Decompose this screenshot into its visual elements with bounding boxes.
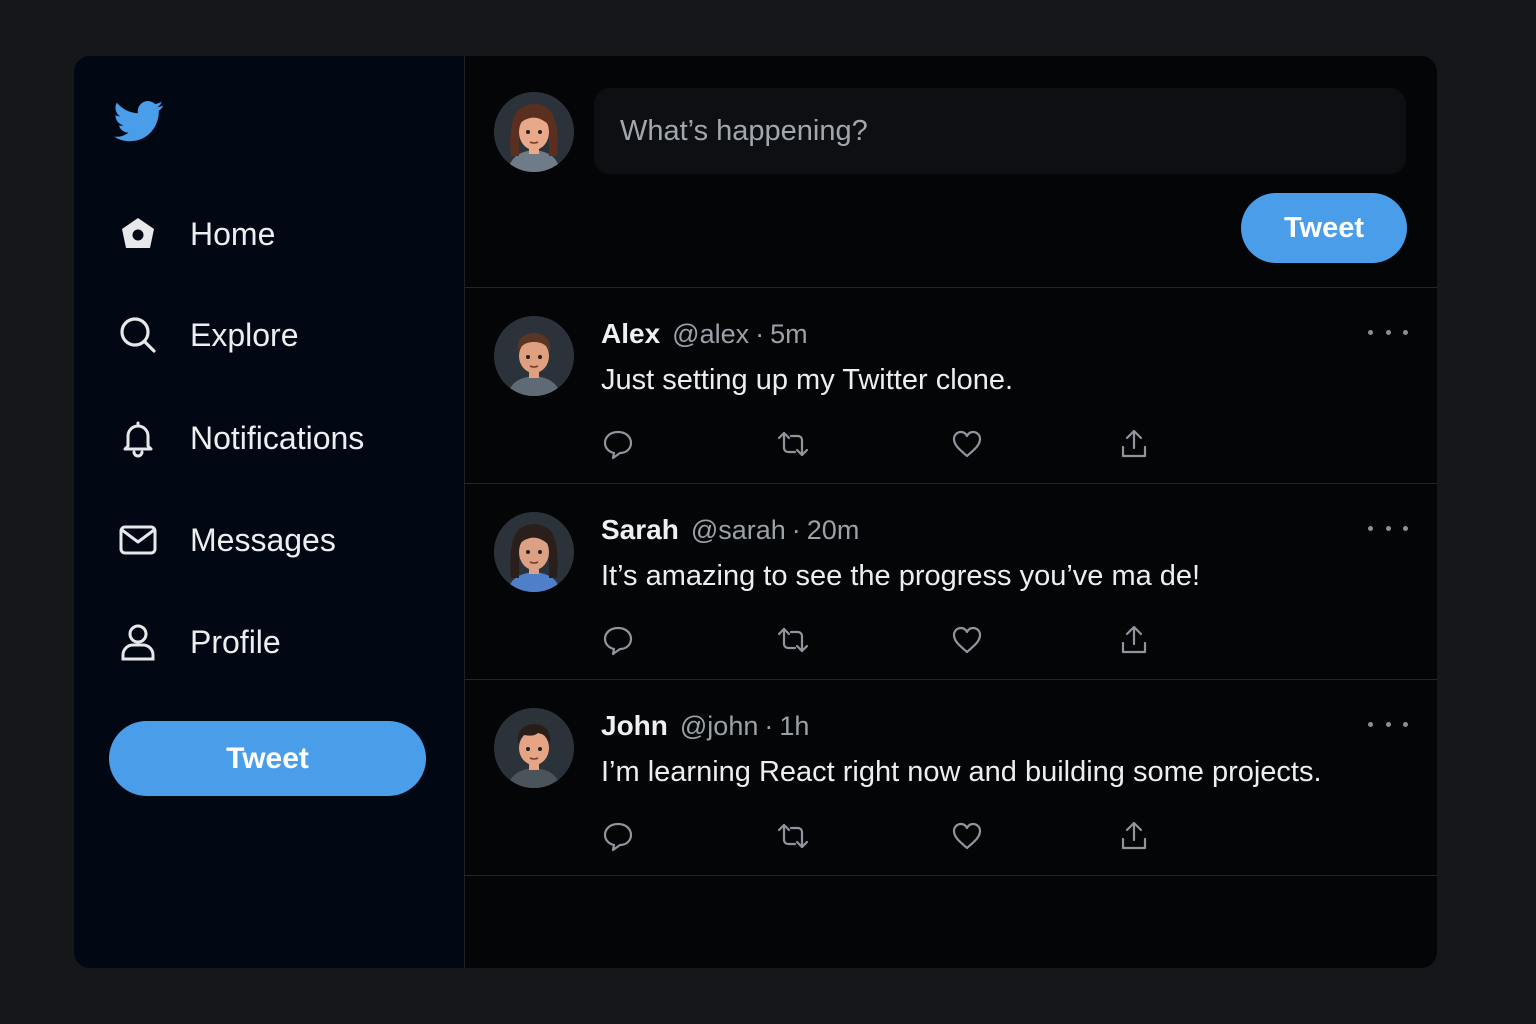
- tweet-timestamp[interactable]: 5m: [770, 319, 808, 350]
- sidebar-item-label: Explore: [190, 316, 299, 353]
- sidebar-item-label: Notifications: [190, 419, 365, 456]
- tweet-timestamp[interactable]: 1h: [779, 711, 809, 742]
- tweet-timestamp[interactable]: 20m: [807, 515, 860, 546]
- tweet-text: I’m learning React right now and buildin…: [601, 756, 1322, 788]
- tweet-header: Sarah @sarah · 20m: [601, 514, 859, 546]
- tweet-header: Alex @alex · 5m: [601, 318, 808, 350]
- share-icon[interactable]: [1116, 818, 1152, 854]
- tweet-author-name[interactable]: Alex: [601, 318, 660, 350]
- sidebar-item-label: Messages: [190, 521, 336, 558]
- avatar[interactable]: [494, 512, 574, 592]
- sidebar-item-explore[interactable]: Explore: [116, 305, 299, 365]
- sidebar: Home Explore Notifications Messages Prof…: [74, 56, 465, 968]
- retweet-icon[interactable]: [775, 426, 811, 462]
- heart-icon[interactable]: [949, 426, 985, 462]
- sidebar-item-notifications[interactable]: Notifications: [116, 408, 364, 468]
- mail-icon: [116, 518, 160, 562]
- tweet-separator: ·: [791, 515, 801, 545]
- avatar[interactable]: [494, 316, 574, 396]
- heart-icon[interactable]: [949, 622, 985, 658]
- tweet-item[interactable]: Sarah @sarah · 20m It’s amazing to see t…: [465, 484, 1437, 680]
- retweet-icon[interactable]: [775, 818, 811, 854]
- tweet-author-name[interactable]: John: [601, 710, 668, 742]
- tweet-author-handle[interactable]: @sarah: [691, 515, 786, 546]
- heart-icon[interactable]: [949, 818, 985, 854]
- tweet-header: John @john · 1h: [601, 710, 809, 742]
- retweet-icon[interactable]: [775, 622, 811, 658]
- bird-icon[interactable]: [110, 96, 168, 146]
- sidebar-tweet-button[interactable]: Tweet: [109, 721, 426, 796]
- app-window: Home Explore Notifications Messages Prof…: [74, 56, 1437, 968]
- tweet-separator: ·: [755, 319, 765, 349]
- tweet-item[interactable]: Alex @alex · 5m Just setting up my Twitt…: [465, 288, 1437, 484]
- main-feed: Tweet Alex @alex · 5m: [465, 56, 1437, 968]
- compose-tweet-button[interactable]: Tweet: [1241, 193, 1407, 263]
- avatar[interactable]: [494, 92, 574, 172]
- user-icon: [116, 620, 160, 664]
- tweet-author-handle[interactable]: @john: [680, 711, 758, 742]
- reply-icon[interactable]: [600, 622, 636, 658]
- sidebar-item-label: Home: [190, 215, 276, 252]
- tweet-author-handle[interactable]: @alex: [672, 319, 749, 350]
- reply-icon[interactable]: [600, 818, 636, 854]
- tweet-text: It’s amazing to see the progress you’ve …: [601, 560, 1201, 592]
- sidebar-item-home[interactable]: Home: [116, 204, 275, 264]
- share-icon[interactable]: [1116, 622, 1152, 658]
- search-icon: [116, 313, 160, 357]
- sidebar-item-label: Profile: [190, 623, 281, 660]
- tweet-item[interactable]: John @john · 1h I’m learning React right…: [465, 680, 1437, 876]
- avatar[interactable]: [494, 708, 574, 788]
- compose-box: Tweet: [465, 56, 1437, 288]
- home-icon: [116, 212, 160, 256]
- sidebar-item-profile[interactable]: Profile: [116, 612, 281, 672]
- share-icon[interactable]: [1116, 426, 1152, 462]
- tweet-separator: ·: [764, 711, 774, 741]
- reply-icon[interactable]: [600, 426, 636, 462]
- tweet-text: Just setting up my Twitter clone.: [601, 364, 1014, 396]
- more-options-icon[interactable]: [1368, 520, 1408, 536]
- tweet-author-name[interactable]: Sarah: [601, 514, 679, 546]
- bell-icon: [116, 416, 160, 460]
- more-options-icon[interactable]: [1368, 324, 1408, 340]
- compose-input[interactable]: [594, 88, 1406, 174]
- more-options-icon[interactable]: [1368, 716, 1408, 732]
- sidebar-item-messages[interactable]: Messages: [116, 510, 336, 570]
